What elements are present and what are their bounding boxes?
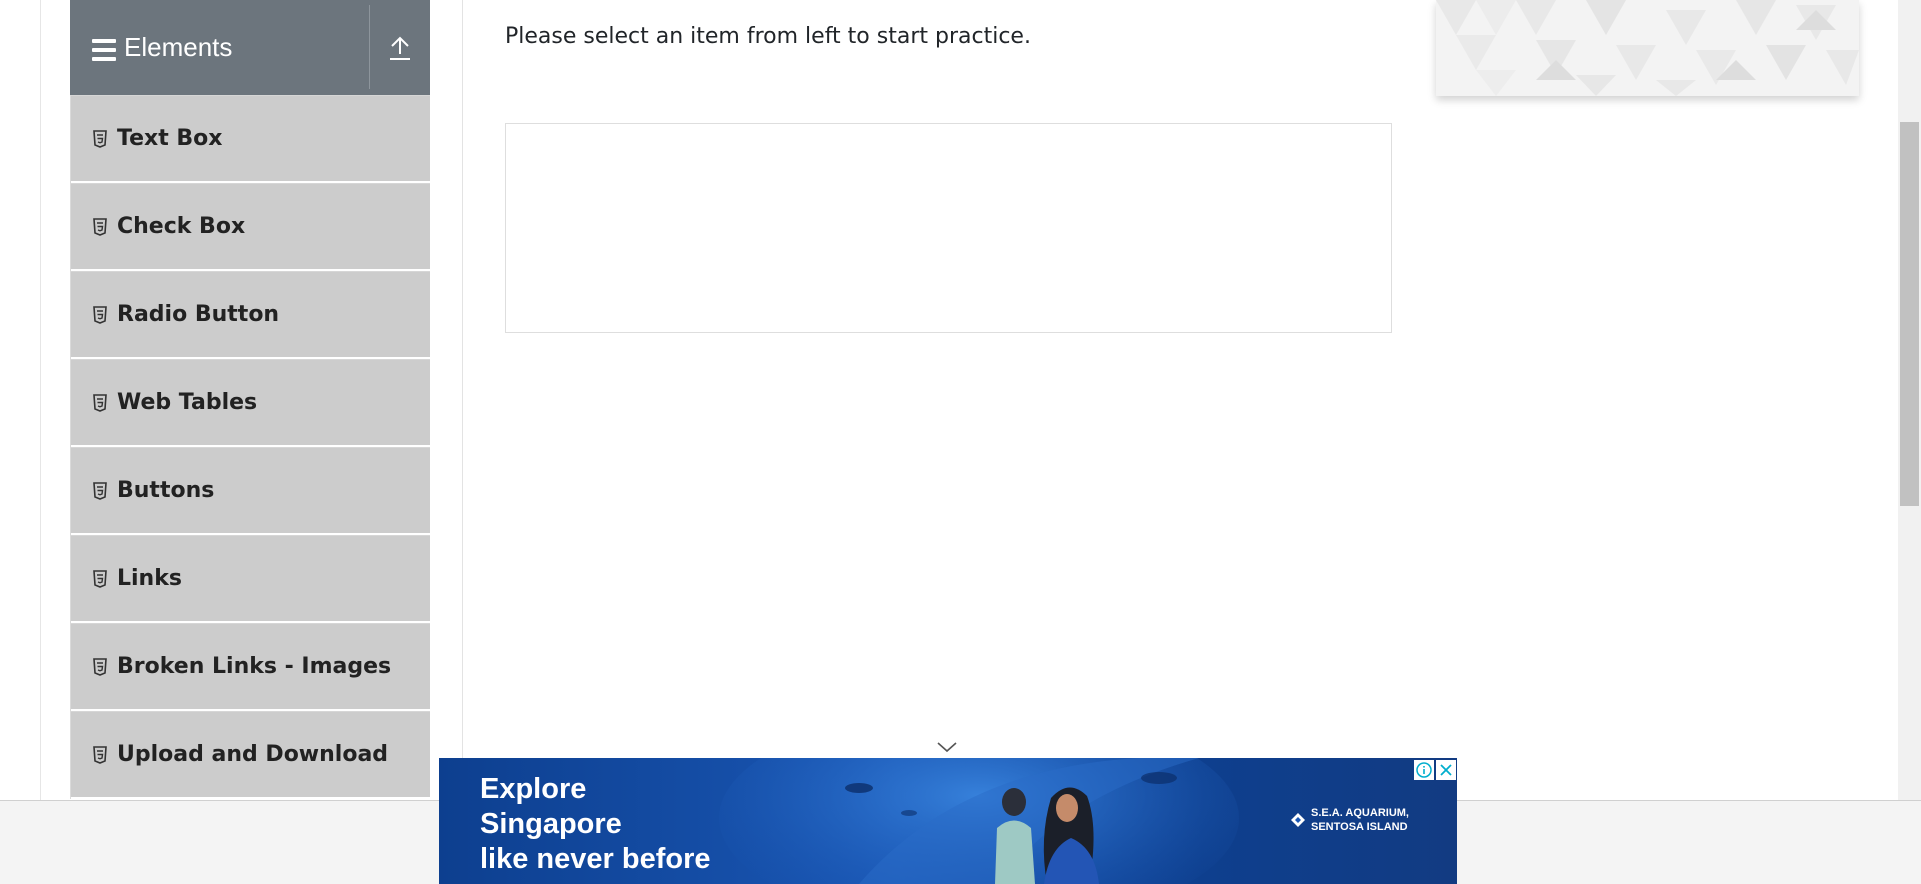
sidebar-item-label: Text Box [117, 126, 223, 151]
ad-banner[interactable]: Explore Singapore like never before S.E.… [439, 758, 1457, 884]
ad-headline: Explore Singapore like never before [480, 772, 711, 877]
html5-icon [93, 393, 107, 412]
practice-instruction: Please select an item from left to start… [505, 24, 1031, 49]
left-gutter-divider [40, 0, 41, 800]
sidebar-item-label: Links [117, 566, 182, 591]
elements-group-header[interactable]: Elements [70, 0, 430, 95]
group-title: Elements [124, 32, 233, 62]
ad-info-icon [1416, 762, 1432, 778]
sidebar-item-buttons[interactable]: Buttons [71, 447, 430, 535]
hamburger-icon [92, 38, 116, 61]
html5-icon [93, 745, 107, 764]
sidebar-item-label: Buttons [117, 478, 215, 503]
ad-brand-line: S.E.A. AQUARIUM, [1311, 807, 1409, 819]
scrollbar-thumb[interactable] [1900, 122, 1919, 506]
sidebar-item-broken-links-images[interactable]: Broken Links - Images [71, 623, 430, 711]
html5-icon [93, 569, 107, 588]
sidebar-menu: Text Box Check Box Radio Button Web Tabl… [70, 95, 430, 799]
sidebar-item-radio-button[interactable]: Radio Button [71, 271, 430, 359]
sidebar-item-label: Upload and Download [117, 742, 389, 767]
sidebar-item-label: Radio Button [117, 302, 280, 327]
collapse-up-icon [390, 36, 410, 60]
chevron-down-icon[interactable] [936, 740, 958, 754]
html5-icon [93, 129, 107, 148]
sidebar-item-upload-and-download[interactable]: Upload and Download [71, 711, 430, 799]
practice-area [505, 123, 1392, 333]
ad-info-button[interactable] [1414, 760, 1434, 780]
ad-headline-line: like never before [480, 843, 711, 875]
ad-close-icon [1440, 764, 1452, 776]
ad-headline-line: Singapore [480, 808, 622, 840]
html5-icon [93, 305, 107, 324]
page: Elements Text Box Check Box Radio Button… [0, 0, 1921, 884]
sidebar-item-check-box[interactable]: Check Box [71, 183, 430, 271]
ad-brand-line: SENTOSA ISLAND [1311, 821, 1408, 833]
html5-icon [93, 657, 107, 676]
collapse-group-button[interactable] [370, 0, 430, 95]
html5-icon [93, 217, 107, 236]
sidebar-item-label: Web Tables [117, 390, 258, 415]
content-divider [462, 0, 463, 800]
sidebar-item-text-box[interactable]: Text Box [71, 95, 430, 183]
sidebar: Elements Text Box Check Box Radio Button… [70, 0, 430, 799]
ad-close-button[interactable] [1436, 760, 1456, 780]
group-title-wrap[interactable]: Elements [70, 0, 369, 95]
html5-icon [93, 481, 107, 500]
ad-headline-line: Explore [480, 773, 587, 805]
sidebar-item-links[interactable]: Links [71, 535, 430, 623]
location-diamond-icon [1291, 813, 1305, 827]
banner-image [1436, 0, 1859, 96]
sidebar-item-label: Broken Links - Images [117, 654, 392, 679]
ad-brand-logo: S.E.A. AQUARIUM, SENTOSA ISLAND [1291, 806, 1409, 834]
sidebar-item-web-tables[interactable]: Web Tables [71, 359, 430, 447]
sidebar-item-label: Check Box [117, 214, 246, 239]
